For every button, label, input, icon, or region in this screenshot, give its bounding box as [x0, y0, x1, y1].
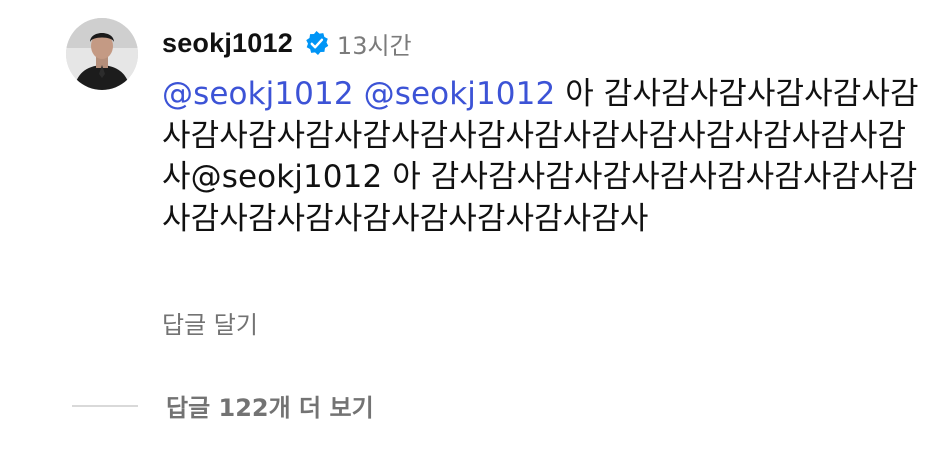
divider-line — [72, 404, 138, 407]
comment-text: @seokj1012 @seokj1012 아 감사감사감사감사감사감사감사감사… — [162, 74, 922, 240]
comment-text-segment: @seokj1012 아 감사감사감사감사감사감사감사감사감사감사감사감사감사감… — [162, 159, 918, 237]
view-more-replies-button[interactable]: 답글 122개 더 보기 — [72, 388, 374, 423]
comment-item: seokj1012 13시간 @seokj1012 @seokj1012 아 감… — [0, 0, 951, 459]
username[interactable]: seokj1012 — [162, 28, 293, 59]
verified-badge-icon — [303, 30, 330, 57]
avatar-photo — [66, 18, 138, 90]
reply-button[interactable]: 답글 달기 — [162, 305, 258, 340]
avatar[interactable] — [66, 18, 138, 90]
comment-text-segment — [354, 76, 364, 112]
comment-header: seokj1012 13시간 — [162, 26, 412, 60]
timestamp: 13시간 — [336, 31, 412, 60]
mention-link[interactable]: @seokj1012 — [162, 76, 354, 112]
view-more-replies-label: 답글 122개 더 보기 — [166, 394, 374, 422]
mention-link[interactable]: @seokj1012 — [364, 76, 556, 112]
